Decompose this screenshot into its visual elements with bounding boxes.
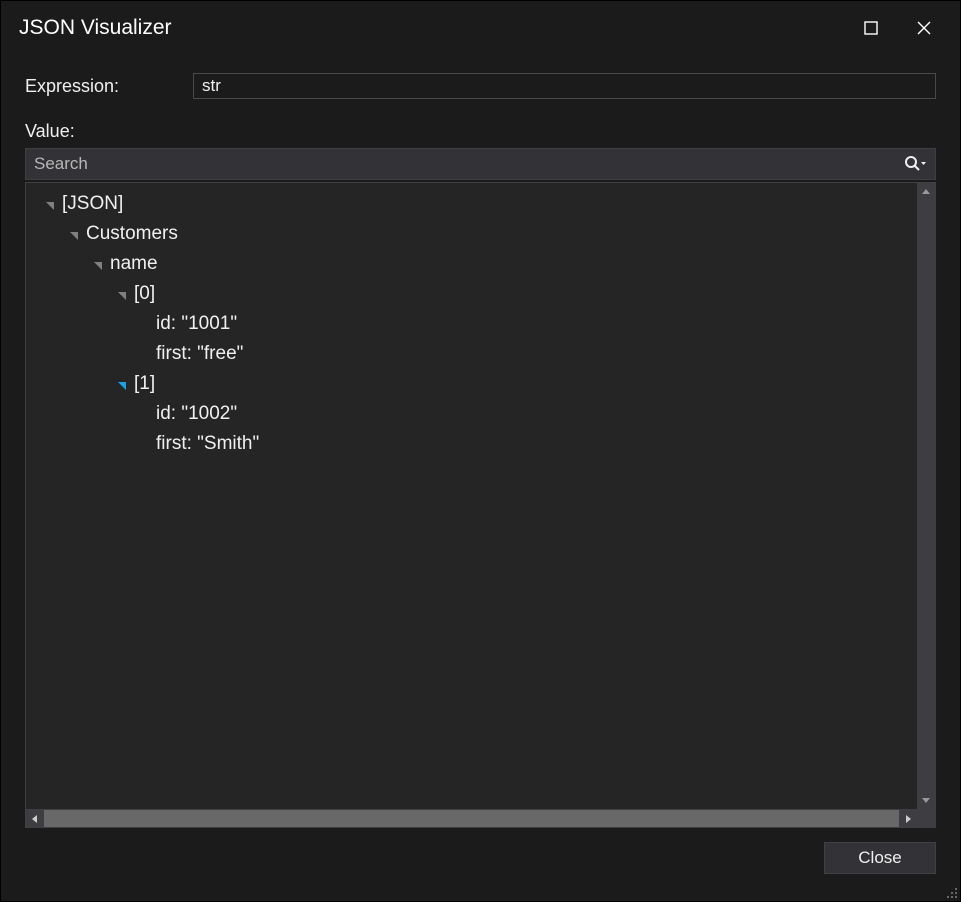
scrollbar-corner bbox=[917, 810, 935, 828]
tree-node-item-1[interactable]: [1] bbox=[26, 369, 917, 399]
window-title: JSON Visualizer bbox=[19, 16, 840, 40]
tree-node-json[interactable]: [JSON] bbox=[26, 189, 917, 219]
tree-label: [JSON] bbox=[62, 193, 123, 215]
tree-leaf-id-1[interactable]: id: "1002" bbox=[26, 399, 917, 429]
search-input[interactable] bbox=[26, 154, 895, 174]
expander-icon[interactable] bbox=[116, 378, 128, 390]
maximize-button[interactable] bbox=[848, 8, 893, 48]
chevron-down-icon bbox=[921, 795, 931, 805]
tree-label: first: "free" bbox=[156, 343, 243, 365]
tree-node-customers[interactable]: Customers bbox=[26, 219, 917, 249]
json-visualizer-window: JSON Visualizer Expression: Value: bbox=[0, 0, 961, 902]
horizontal-scrollbar[interactable] bbox=[25, 810, 936, 828]
tree-leaf-id-0[interactable]: id: "1001" bbox=[26, 309, 917, 339]
expression-input[interactable] bbox=[193, 73, 936, 99]
close-button[interactable]: Close bbox=[824, 842, 936, 874]
resize-grip[interactable] bbox=[942, 883, 958, 899]
titlebar: JSON Visualizer bbox=[1, 1, 960, 55]
maximize-icon bbox=[864, 21, 878, 35]
search-icon bbox=[906, 157, 919, 170]
search-bar bbox=[25, 148, 936, 180]
expander-icon[interactable] bbox=[92, 258, 104, 270]
expander-icon[interactable] bbox=[68, 228, 80, 240]
scroll-up-button[interactable] bbox=[917, 183, 935, 201]
chevron-right-icon bbox=[903, 814, 913, 824]
tree-leaf-first-1[interactable]: first: "Smith" bbox=[26, 429, 917, 459]
tree-label: id: "1001" bbox=[156, 313, 237, 335]
chevron-down-icon bbox=[921, 162, 926, 165]
tree-node-item-0[interactable]: [0] bbox=[26, 279, 917, 309]
close-window-button[interactable] bbox=[901, 8, 946, 48]
tree-label: Customers bbox=[86, 223, 178, 245]
chevron-up-icon bbox=[921, 187, 931, 197]
resize-grip-icon bbox=[942, 883, 958, 899]
tree-content: [JSON] Customers name [0] id: "1001" bbox=[26, 183, 917, 809]
expander-icon[interactable] bbox=[116, 288, 128, 300]
close-icon bbox=[916, 20, 932, 36]
expander-icon[interactable] bbox=[44, 198, 56, 210]
expression-row: Expression: bbox=[25, 73, 936, 99]
tree-panel: [JSON] Customers name [0] id: "1001" bbox=[25, 182, 936, 810]
chevron-left-icon bbox=[30, 814, 40, 824]
tree-label: [0] bbox=[134, 283, 155, 305]
tree-label: first: "Smith" bbox=[156, 433, 259, 455]
dialog-footer: Close bbox=[25, 842, 936, 874]
search-button[interactable] bbox=[895, 149, 935, 179]
tree-label: [1] bbox=[134, 373, 155, 395]
value-label: Value: bbox=[25, 121, 936, 142]
tree-label: name bbox=[110, 253, 158, 275]
tree-node-name[interactable]: name bbox=[26, 249, 917, 279]
expression-label: Expression: bbox=[25, 76, 193, 97]
vertical-scrollbar[interactable] bbox=[917, 183, 935, 809]
scroll-right-button[interactable] bbox=[899, 810, 917, 828]
dialog-body: Expression: Value: bbox=[1, 55, 960, 901]
scroll-left-button[interactable] bbox=[26, 810, 44, 828]
tree-leaf-first-0[interactable]: first: "free" bbox=[26, 339, 917, 369]
tree-label: id: "1002" bbox=[156, 403, 237, 425]
scroll-down-button[interactable] bbox=[917, 791, 935, 809]
close-button-label: Close bbox=[858, 848, 901, 868]
scrollbar-track[interactable] bbox=[44, 810, 899, 827]
scrollbar-track[interactable] bbox=[917, 201, 935, 791]
